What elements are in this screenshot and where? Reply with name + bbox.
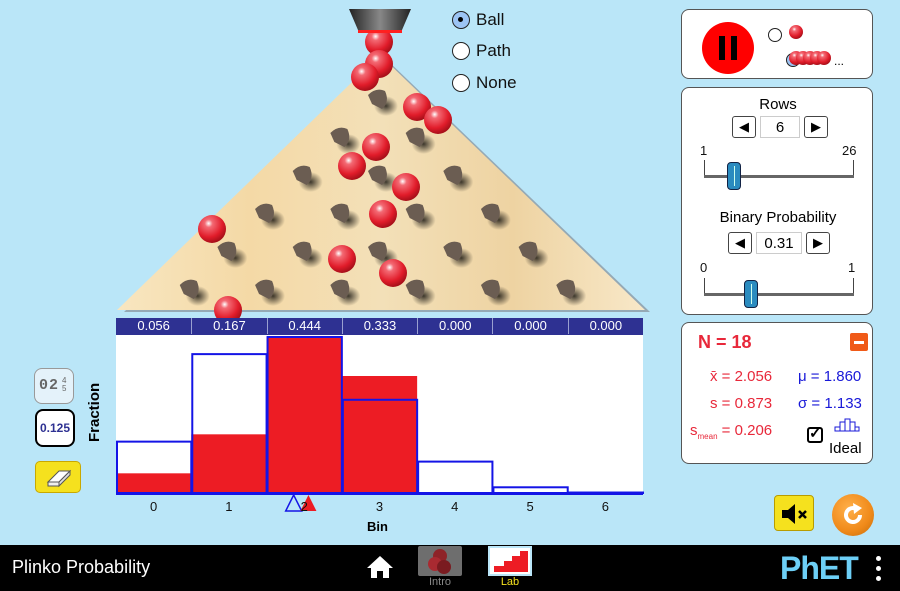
x-axis-label: Bin — [367, 519, 388, 534]
bin-tick-label: 3 — [375, 499, 384, 514]
menu-dot-icon — [876, 576, 881, 581]
bin-tick-label: 6 — [601, 499, 609, 514]
intro-screen-icon — [428, 549, 451, 574]
sound-toggle-button[interactable] — [774, 495, 814, 531]
reset-all-button[interactable] — [832, 494, 874, 536]
muted-speaker-icon — [782, 504, 807, 524]
lab-screen-icon — [494, 551, 528, 572]
menu-dot-icon — [876, 566, 881, 571]
home-icon[interactable] — [366, 554, 394, 580]
y-axis-label: Fraction — [86, 382, 103, 442]
phet-logo[interactable]: PhET — [780, 550, 859, 587]
navigation-bar: Plinko Probability Intro Lab PhET — [0, 545, 900, 591]
screen-lab-button[interactable] — [488, 546, 532, 576]
observed-bar — [266, 337, 342, 493]
bin-tick-label: 2 — [300, 499, 308, 514]
screen-lab-label: Lab — [500, 576, 520, 588]
ideal-bar — [417, 460, 494, 494]
bin-tick-label: 5 — [526, 499, 534, 514]
bin-tick-label: 1 — [225, 499, 233, 514]
phet-menu-button[interactable] — [876, 556, 882, 582]
screen-intro-button[interactable] — [418, 546, 462, 576]
observed-bar — [191, 434, 267, 493]
histogram-svg — [116, 336, 645, 512]
reset-icon — [844, 503, 862, 524]
ideal-bar — [492, 486, 569, 495]
bin-tick-label: 4 — [451, 499, 459, 514]
bin-tick-label: 0 — [150, 499, 158, 514]
menu-dot-icon — [876, 556, 881, 561]
app-title: Plinko Probability — [12, 557, 151, 577]
screen-intro-label: Intro — [428, 576, 451, 588]
observed-bar — [341, 376, 418, 493]
observed-bar — [116, 473, 192, 493]
